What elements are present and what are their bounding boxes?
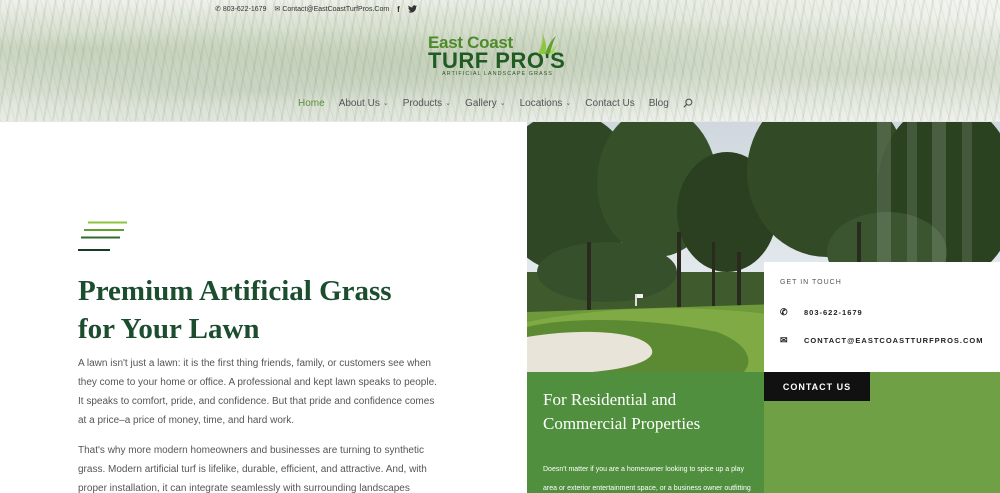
twitter-icon[interactable]: [407, 5, 417, 13]
main-nav: Home About Us ⌄ Products ⌄ Gallery ⌄ Loc…: [298, 96, 693, 110]
site-logo[interactable]: East Coast TURF PRO'S ARTIFICIAL LANDSCA…: [428, 34, 574, 80]
logo-line-2: TURF PRO'S: [428, 48, 566, 73]
residential-card-text: Doesn't matter if you are a homeowner lo…: [543, 466, 751, 492]
topbar-email-text: Contact@EastCoastTurfPros.Com: [282, 5, 390, 13]
intro-paragraph-1: A lawn isn't just a lawn: it is the firs…: [78, 358, 437, 426]
chevron-down-icon: ⌄: [565, 100, 572, 107]
nav-item-home[interactable]: Home: [298, 98, 325, 109]
nav-item-blog[interactable]: Blog: [649, 98, 669, 109]
hero-title: Premium Artificial Grass for Your Lawn: [78, 272, 478, 348]
nav-item-about-us[interactable]: About Us ⌄: [339, 98, 389, 109]
site-header: ✆ 803-622-1679 ✉ Contact@EastCoastTurfPr…: [0, 0, 1000, 122]
nav-label: Products: [402, 97, 443, 109]
search-icon[interactable]: [683, 98, 693, 108]
facebook-icon[interactable]: f: [397, 5, 400, 14]
contact-us-button[interactable]: CONTACT US: [764, 372, 870, 401]
decorative-lines-icon: [78, 221, 127, 251]
contact-email: CONTACT@EASTCOASTTURFPROS.COM: [804, 336, 984, 345]
topbar-phone-text: 803-622-1679: [222, 5, 267, 13]
chevron-down-icon: ⌄: [499, 100, 506, 107]
contact-card: GET IN TOUCH ✆ 803-622-1679 ✉ CONTACT@EA…: [764, 262, 1000, 372]
topbar-email[interactable]: ✉ Contact@EastCoastTurfPros.Com: [274, 5, 390, 14]
envelope-icon: ✉: [780, 335, 789, 345]
nav-label: Locations: [519, 97, 563, 109]
nav-item-locations[interactable]: Locations ⌄: [520, 98, 572, 109]
residential-card: For Residential and Commercial Propertie…: [527, 372, 764, 493]
nav-item-gallery[interactable]: Gallery ⌄: [465, 98, 506, 109]
phone-icon: ✆: [215, 6, 221, 13]
nav-item-products[interactable]: Products ⌄: [403, 98, 451, 109]
hero-title-line-1: Premium Artificial Grass: [78, 275, 392, 307]
phone-icon: ✆: [780, 307, 789, 317]
residential-title-line-2: Commercial Properties: [543, 414, 701, 433]
nav-label: About Us: [338, 97, 380, 109]
intro-paragraph-2: That's why more modern homeowners and bu…: [78, 445, 427, 493]
grass-blade-icon: [538, 34, 558, 54]
envelope-icon: ✉: [274, 6, 281, 13]
contact-email-row[interactable]: ✉ CONTACT@EASTCOASTTURFPROS.COM: [780, 335, 984, 346]
residential-card-title: For Residential and Commercial Propertie…: [543, 388, 748, 436]
nav-item-contact-us[interactable]: Contact Us: [585, 98, 634, 109]
top-bar: ✆ 803-622-1679 ✉ Contact@EastCoastTurfPr…: [215, 3, 417, 15]
residential-title-line-1: For Residential and: [543, 390, 677, 409]
chevron-down-icon: ⌄: [382, 100, 389, 107]
nav-label: Blog: [648, 97, 669, 109]
hero-title-line-2: for Your Lawn: [78, 313, 260, 345]
nav-label: Gallery: [465, 97, 497, 109]
topbar-phone[interactable]: ✆ 803-622-1679: [215, 5, 267, 14]
nav-label: Home: [298, 97, 325, 109]
chevron-down-icon: ⌄: [445, 100, 452, 107]
nav-label: Contact Us: [585, 97, 635, 109]
get-in-touch-label: GET IN TOUCH: [780, 279, 842, 286]
contact-phone: 803-622-1679: [804, 308, 863, 317]
contact-phone-row[interactable]: ✆ 803-622-1679: [780, 307, 984, 318]
